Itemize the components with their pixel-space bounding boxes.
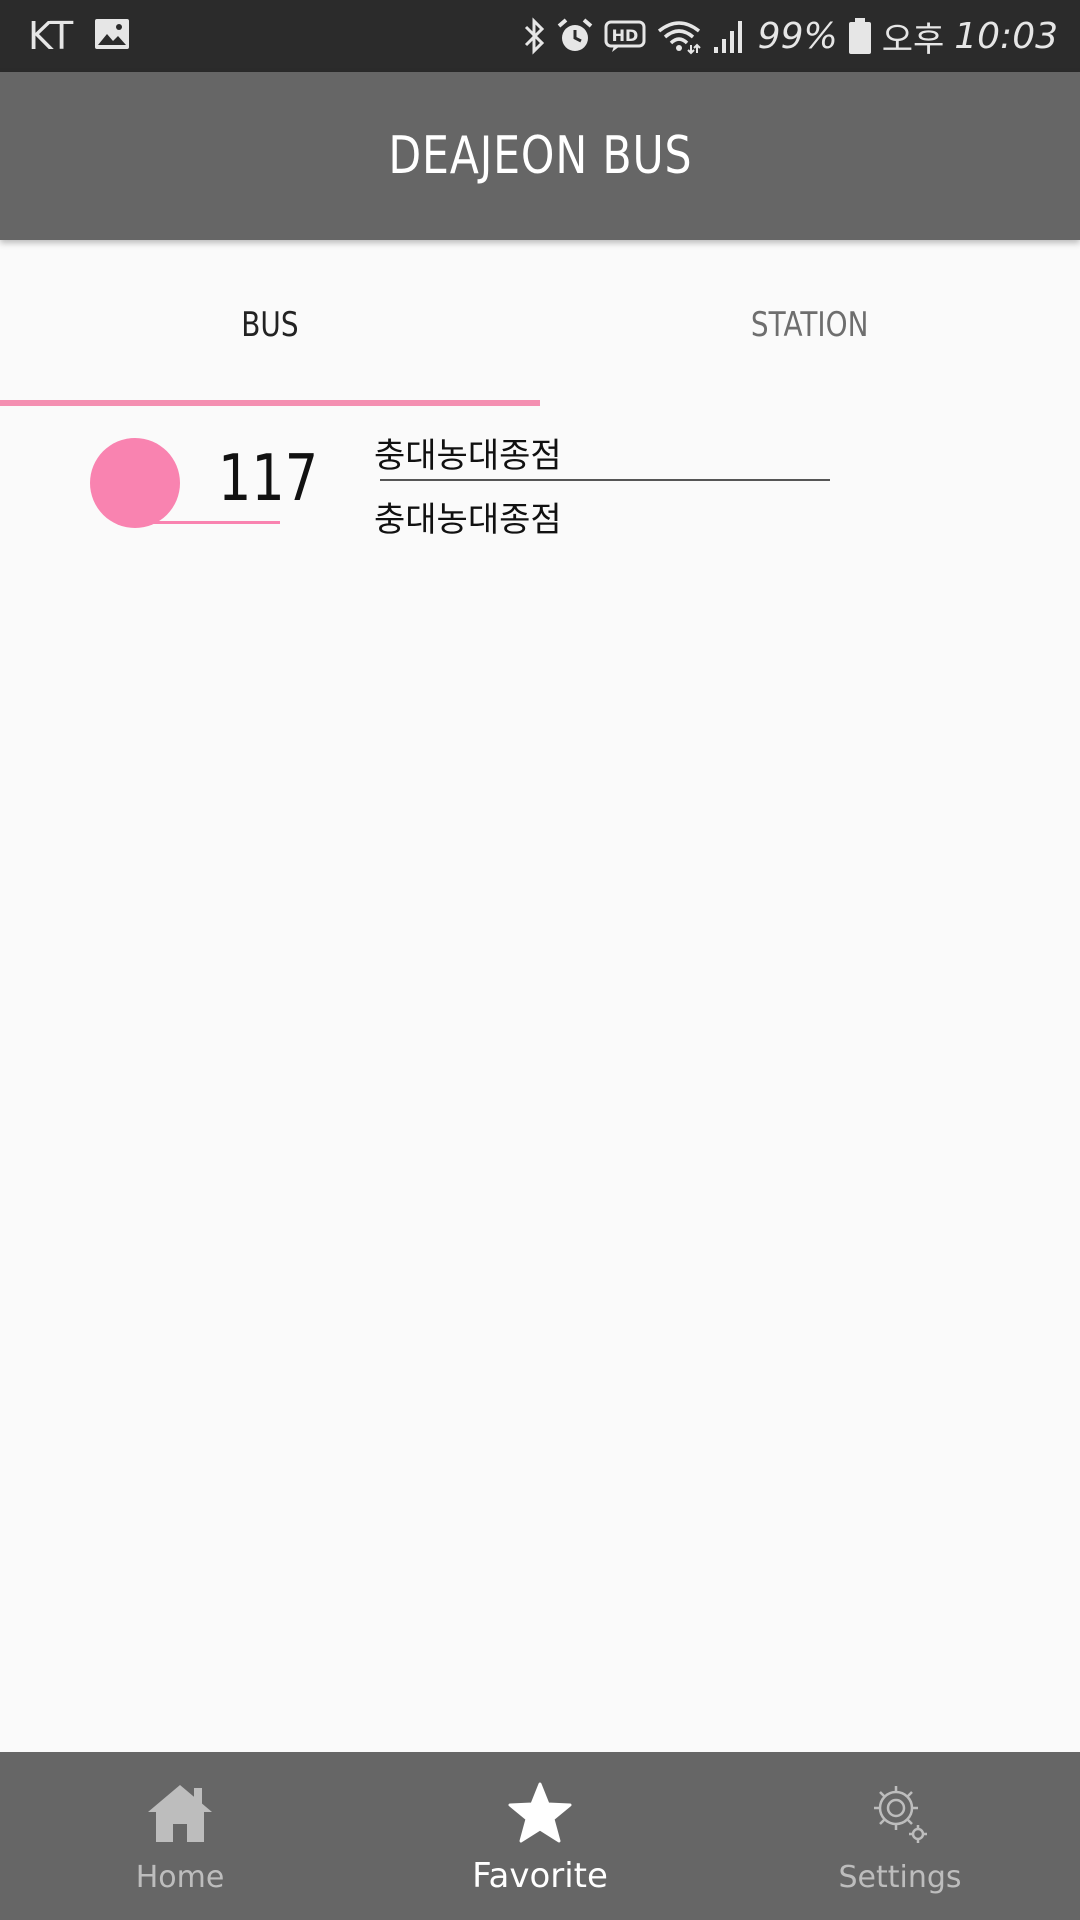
gallery-icon xyxy=(95,19,129,49)
bottom-nav: Home Favorite Settings xyxy=(0,1752,1080,1920)
status-bar: KT HD 99% 오후 10:03 xyxy=(0,0,1080,72)
nav-settings[interactable]: Settings xyxy=(720,1752,1080,1920)
alarm-icon xyxy=(557,18,592,51)
nav-favorite-label: Favorite xyxy=(472,1856,608,1896)
start-stop-label: 충대농대종점 xyxy=(374,436,562,476)
battery-icon xyxy=(848,18,871,54)
app-bar: DEAJEON BUS xyxy=(0,72,1080,240)
settings-icon xyxy=(874,1786,927,1843)
svg-text:HD: HD xyxy=(611,26,638,45)
nav-settings-label: Settings xyxy=(838,1860,962,1895)
tab-station-label: STATION xyxy=(751,305,869,345)
battery-percent: 99% xyxy=(757,15,838,57)
tab-bus[interactable]: BUS xyxy=(0,240,540,410)
star-icon xyxy=(508,1782,572,1843)
ampm-label: 오후 xyxy=(881,19,945,60)
carrier-label: KT xyxy=(28,14,74,58)
tab-station[interactable]: STATION xyxy=(540,240,1080,410)
clock: 10:03 xyxy=(954,15,1058,57)
signal-icon xyxy=(713,21,742,53)
tab-bar: BUS STATION xyxy=(0,240,1080,410)
bluetooth-icon xyxy=(524,17,544,55)
tab-bus-label: BUS xyxy=(241,305,299,345)
bus-number-underline xyxy=(150,521,280,524)
bus-number: 117 xyxy=(218,442,319,516)
favorite-bus-item[interactable]: 117 충대농대종점 충대농대종점 xyxy=(0,420,1080,540)
nav-home-label: Home xyxy=(135,1860,225,1895)
status-icons: HD 99% 오후 10:03 xyxy=(522,12,1058,60)
stop-divider xyxy=(380,479,830,481)
hd-icon: HD xyxy=(604,20,646,52)
end-stop-label: 충대농대종점 xyxy=(374,500,562,540)
page-title: DEAJEON BUS xyxy=(387,126,693,186)
home-icon xyxy=(148,1785,212,1842)
bus-color-dot xyxy=(90,438,180,528)
tab-indicator xyxy=(0,400,540,406)
wifi-icon xyxy=(657,21,701,55)
nav-favorite[interactable]: Favorite xyxy=(360,1752,720,1920)
nav-home[interactable]: Home xyxy=(0,1752,360,1920)
